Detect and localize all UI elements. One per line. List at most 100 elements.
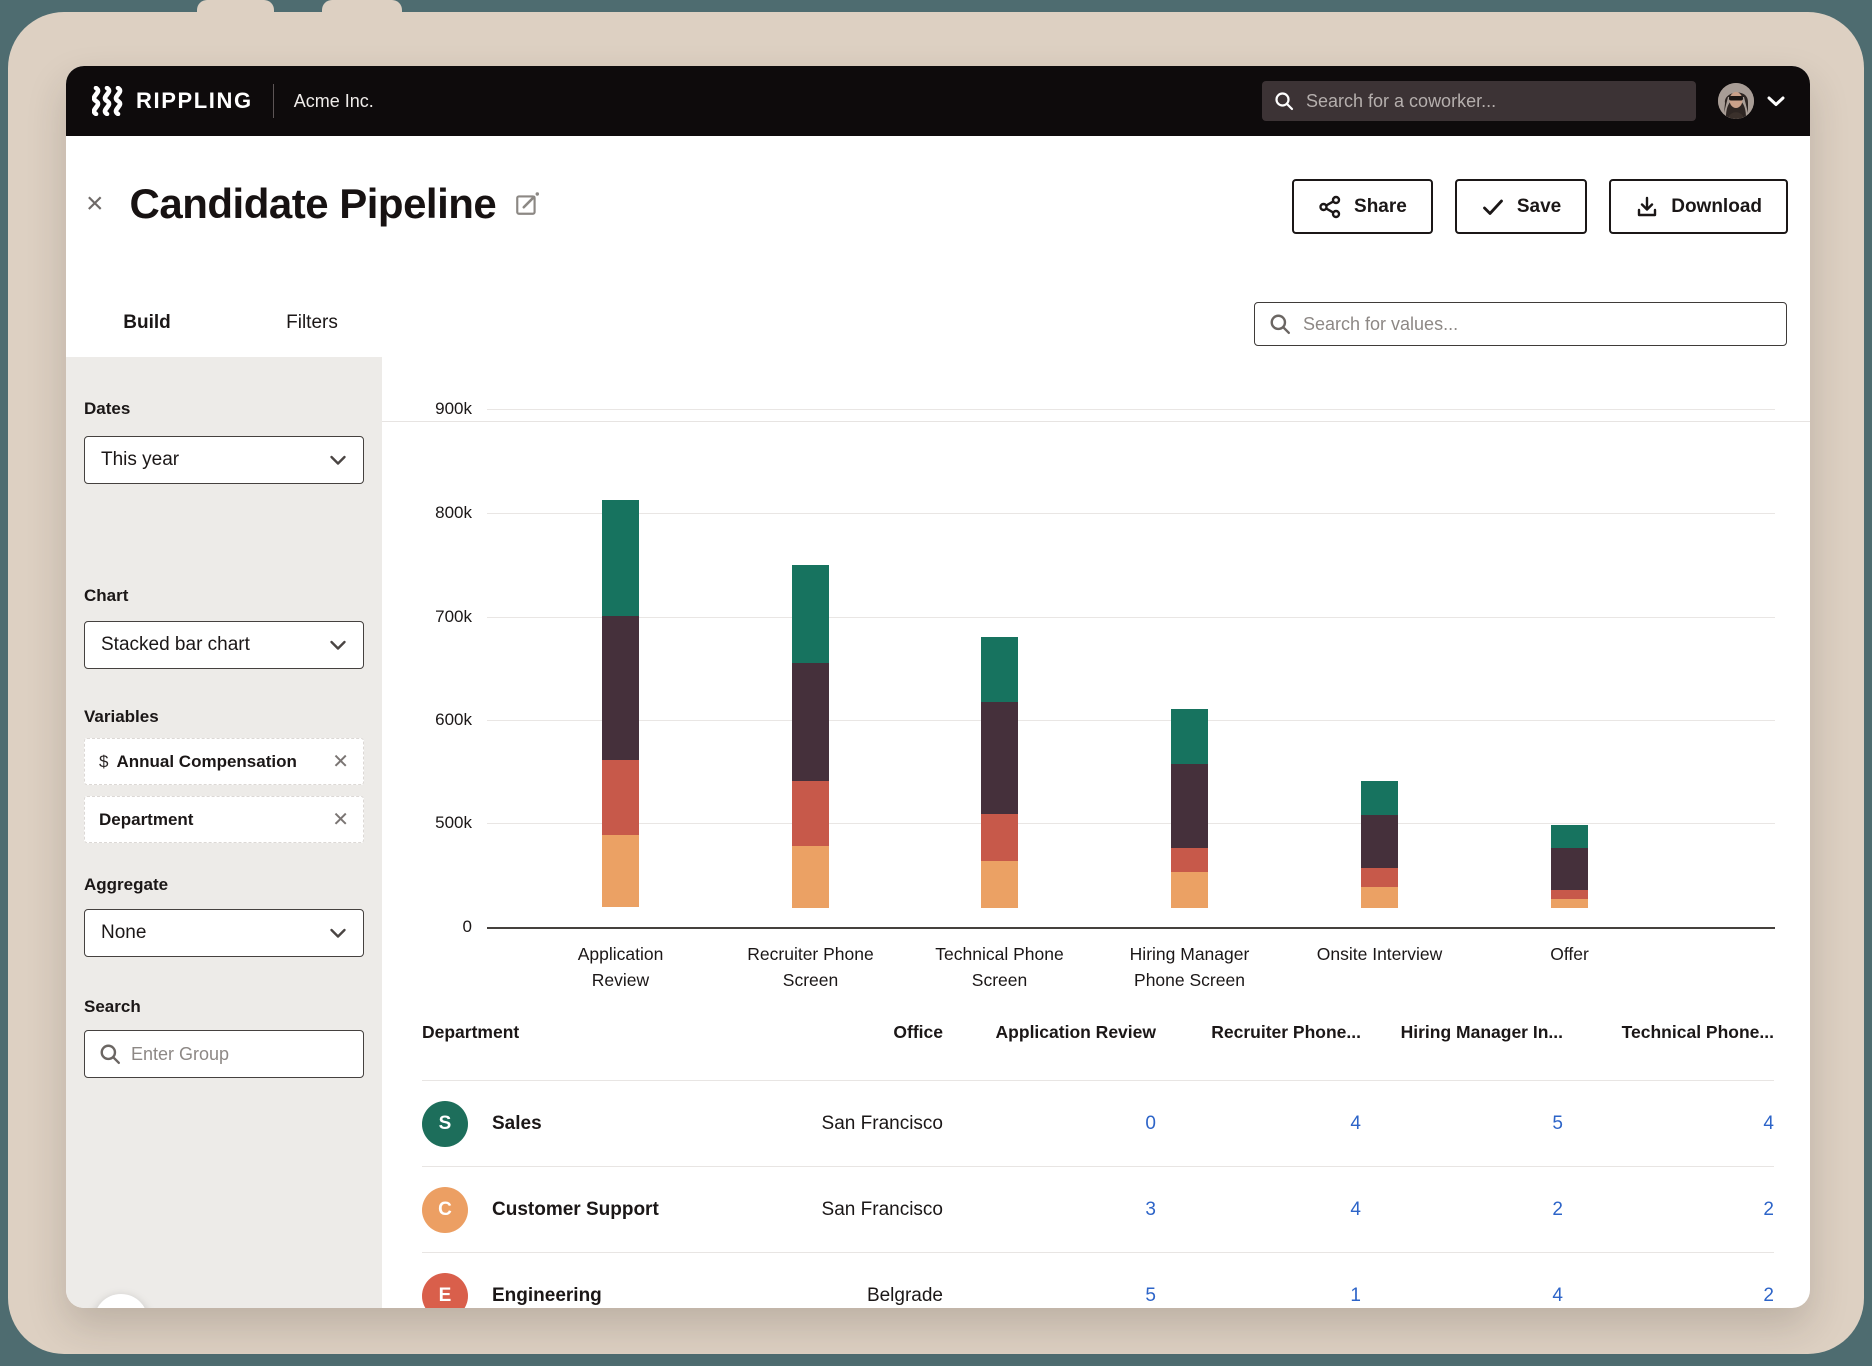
bar-segment-segment-top-green[interactable] — [1551, 825, 1588, 848]
rippling-logo[interactable]: RIPPLING — [92, 86, 253, 116]
dates-select-value: This year — [101, 449, 179, 471]
bar-segment-segment-bottom-orange[interactable] — [1171, 872, 1208, 908]
table-column-header[interactable]: Technical Phone... — [1563, 1022, 1774, 1043]
save-button-label: Save — [1517, 196, 1561, 218]
stage-count-link[interactable]: 5 — [943, 1285, 1156, 1307]
stage-count-link[interactable]: 2 — [1563, 1199, 1774, 1221]
department-name: Customer Support — [492, 1199, 659, 1221]
bar-segment-segment-maroon[interactable] — [981, 702, 1018, 814]
edit-title-button[interactable] — [514, 191, 540, 217]
y-axis-tick-label: 900k — [412, 399, 472, 419]
share-button[interactable]: Share — [1292, 179, 1433, 234]
bar-segment-segment-red[interactable] — [1361, 868, 1398, 887]
stage-count-link[interactable]: 2 — [1361, 1199, 1563, 1221]
values-search-input[interactable]: Search for values... — [1254, 302, 1787, 346]
download-button-label: Download — [1671, 196, 1762, 218]
bar-segment-segment-bottom-orange[interactable] — [792, 846, 829, 908]
bar-segment-segment-red[interactable] — [1551, 890, 1588, 899]
stage-count-link[interactable]: 4 — [1156, 1199, 1361, 1221]
gridline — [487, 409, 1775, 410]
variable-chip[interactable]: Department✕ — [84, 796, 364, 843]
user-avatar[interactable] — [1718, 83, 1754, 119]
table-header-row: DepartmentOfficeApplication ReviewRecrui… — [422, 1022, 1774, 1043]
stage-count-link[interactable]: 1 — [1156, 1285, 1361, 1307]
table-column-header[interactable]: Recruiter Phone... — [1156, 1022, 1361, 1043]
table-column-header[interactable]: Office — [752, 1022, 943, 1043]
dates-label: Dates — [84, 399, 130, 419]
bar-segment-segment-bottom-orange[interactable] — [602, 835, 639, 907]
bar-segment-segment-bottom-orange[interactable] — [981, 861, 1018, 908]
table-row[interactable]: SSalesSan Francisco0454 — [422, 1080, 1774, 1166]
office-cell: San Francisco — [752, 1113, 943, 1135]
dates-select[interactable]: This year — [84, 436, 364, 484]
variable-chip[interactable]: $Annual Compensation✕ — [84, 738, 364, 785]
company-name: Acme Inc. — [294, 91, 374, 112]
close-report-button[interactable]: × — [86, 189, 104, 219]
y-axis-tick-label: 700k — [412, 607, 472, 627]
y-axis-tick-label: 800k — [412, 503, 472, 523]
search-label: Search — [84, 997, 141, 1017]
account-menu-chevron[interactable] — [1766, 95, 1786, 107]
stage-count-link[interactable]: 4 — [1156, 1113, 1361, 1135]
stage-count-link[interactable]: 0 — [943, 1113, 1156, 1135]
group-search-input[interactable]: Enter Group — [84, 1030, 364, 1078]
bar-segment-segment-top-green[interactable] — [792, 565, 829, 663]
tab-filters[interactable]: Filters — [282, 312, 342, 334]
search-icon — [1269, 313, 1291, 335]
remove-variable-icon[interactable]: ✕ — [332, 749, 349, 774]
search-icon — [1274, 91, 1294, 111]
department-avatar: C — [422, 1187, 468, 1233]
stage-count-link[interactable]: 5 — [1361, 1113, 1563, 1135]
gridline — [487, 720, 1775, 721]
table-column-header[interactable]: Department — [422, 1022, 752, 1043]
coworker-search-input[interactable]: Search for a coworker... — [1262, 81, 1696, 121]
stage-count-link[interactable]: 4 — [1563, 1113, 1774, 1135]
share-button-label: Share — [1354, 196, 1407, 218]
bar-segment-segment-top-green[interactable] — [602, 500, 639, 616]
chart-type-select[interactable]: Stacked bar chart — [84, 621, 364, 669]
save-button[interactable]: Save — [1455, 179, 1587, 234]
bar-segment-segment-maroon[interactable] — [1171, 764, 1208, 848]
stage-count-link[interactable]: 4 — [1361, 1285, 1563, 1307]
bar-segment-segment-maroon[interactable] — [1361, 815, 1398, 868]
collapse-sidebar-button[interactable]: « — [94, 1294, 148, 1308]
office-cell: San Francisco — [752, 1199, 943, 1221]
bar-segment-segment-top-green[interactable] — [981, 637, 1018, 702]
department-name: Sales — [492, 1113, 542, 1135]
group-search-placeholder: Enter Group — [131, 1044, 229, 1065]
aggregate-select[interactable]: None — [84, 909, 364, 957]
bar-segment-segment-top-green[interactable] — [1361, 781, 1398, 815]
stage-count-link[interactable]: 2 — [1563, 1285, 1774, 1307]
remove-variable-icon[interactable]: ✕ — [332, 807, 349, 832]
bar-segment-segment-red[interactable] — [602, 760, 639, 835]
department-avatar: E — [422, 1273, 468, 1309]
bar-segment-segment-bottom-orange[interactable] — [1361, 887, 1398, 908]
frame-decoration — [322, 0, 402, 16]
bar-segment-segment-red[interactable] — [792, 781, 829, 846]
bar-segment-segment-red[interactable] — [981, 814, 1018, 861]
download-button[interactable]: Download — [1609, 179, 1788, 234]
bar-segment-segment-top-green[interactable] — [1171, 709, 1208, 764]
download-icon — [1635, 195, 1659, 219]
report-header: × Candidate Pipeline Shar — [66, 136, 1810, 272]
bar-segment-segment-red[interactable] — [1171, 848, 1208, 872]
y-axis-tick-label: 500k — [412, 813, 472, 833]
chevron-down-icon — [329, 640, 347, 651]
tab-build[interactable]: Build — [122, 312, 172, 334]
check-icon — [1481, 195, 1505, 219]
table-row[interactable]: CCustomer SupportSan Francisco3422 — [422, 1166, 1774, 1252]
y-axis-tick-label: 600k — [412, 710, 472, 730]
table-column-header[interactable]: Hiring Manager In... — [1361, 1022, 1563, 1043]
table-column-header[interactable]: Application Review — [943, 1022, 1156, 1043]
bar-segment-segment-maroon[interactable] — [602, 616, 639, 760]
stage-count-link[interactable]: 3 — [943, 1199, 1156, 1221]
table-row[interactable]: EEngineeringBelgrade5142 — [422, 1252, 1774, 1308]
brand-name: RIPPLING — [136, 88, 253, 114]
office-cell: Belgrade — [752, 1285, 943, 1307]
chevron-down-icon — [1766, 95, 1786, 107]
app-window: RIPPLING Acme Inc. Search for a coworker… — [66, 66, 1810, 1308]
bar-segment-segment-bottom-orange[interactable] — [1551, 899, 1588, 908]
bar-segment-segment-maroon[interactable] — [792, 663, 829, 781]
bar-segment-segment-maroon[interactable] — [1551, 848, 1588, 890]
screenshot-stage: RIPPLING Acme Inc. Search for a coworker… — [0, 0, 1872, 1366]
